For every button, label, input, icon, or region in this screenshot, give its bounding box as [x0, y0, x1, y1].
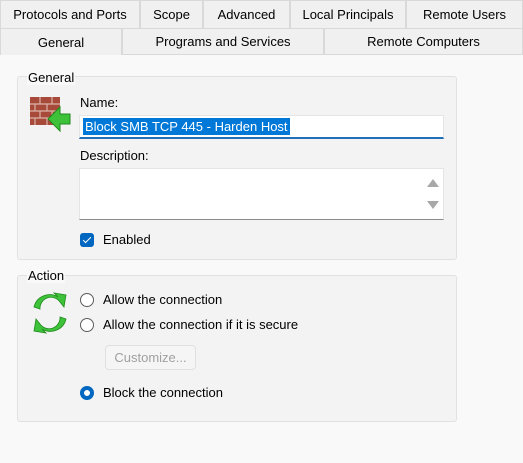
- allow-connection-label[interactable]: Allow the connection: [103, 292, 222, 307]
- general-tab-panel: General Name: Block SMB TCP 445 - Harden…: [0, 54, 523, 463]
- tab-label: Local Principals: [302, 7, 394, 22]
- name-value: Block SMB TCP 445 - Harden Host: [83, 118, 290, 135]
- tab-protocols-and-ports[interactable]: Protocols and Ports: [0, 0, 140, 28]
- tab-local-principals[interactable]: Local Principals: [290, 0, 406, 28]
- tab-remote-computers[interactable]: Remote Computers: [324, 28, 523, 54]
- tab-row-back: Protocols and Ports Scope Advanced Local…: [0, 0, 523, 28]
- description-scrollbar[interactable]: [424, 171, 441, 217]
- tab-label: Protocols and Ports: [13, 7, 127, 22]
- customize-button[interactable]: Customize...: [105, 345, 196, 370]
- general-group-title: General: [27, 70, 76, 85]
- block-connection-label[interactable]: Block the connection: [103, 385, 223, 400]
- tab-general[interactable]: General: [0, 28, 122, 55]
- scroll-down-arrow-icon[interactable]: [427, 201, 439, 209]
- description-field[interactable]: [79, 168, 444, 220]
- firewall-rule-icon: [28, 95, 72, 137]
- tab-label: General: [37, 34, 85, 50]
- allow-if-secure-radio[interactable]: [80, 318, 94, 332]
- tab-row-front: General Programs and Services Remote Com…: [0, 28, 523, 55]
- tab-label: Scope: [153, 7, 190, 22]
- tab-label: Remote Users: [422, 7, 507, 22]
- tab-label: Remote Computers: [367, 34, 480, 49]
- action-group-title: Action: [27, 268, 66, 283]
- block-connection-radio[interactable]: [80, 386, 94, 400]
- tab-scope[interactable]: Scope: [140, 0, 203, 28]
- name-label: Name:: [80, 95, 119, 110]
- name-field[interactable]: Block SMB TCP 445 - Harden Host: [79, 115, 444, 139]
- tab-label: Advanced: [217, 7, 276, 22]
- scroll-up-arrow-icon[interactable]: [427, 179, 439, 187]
- enabled-checkbox[interactable]: [80, 233, 94, 247]
- allow-if-secure-label[interactable]: Allow the connection if it is secure: [103, 317, 298, 332]
- refresh-arrows-icon: [28, 291, 72, 335]
- description-label: Description:: [80, 148, 149, 163]
- tab-programs-and-services[interactable]: Programs and Services: [122, 28, 324, 54]
- allow-connection-radio[interactable]: [80, 293, 94, 307]
- enabled-label[interactable]: Enabled: [103, 232, 151, 247]
- tab-advanced[interactable]: Advanced: [203, 0, 290, 28]
- tab-label: Programs and Services: [155, 34, 291, 49]
- tab-remote-users[interactable]: Remote Users: [406, 0, 523, 28]
